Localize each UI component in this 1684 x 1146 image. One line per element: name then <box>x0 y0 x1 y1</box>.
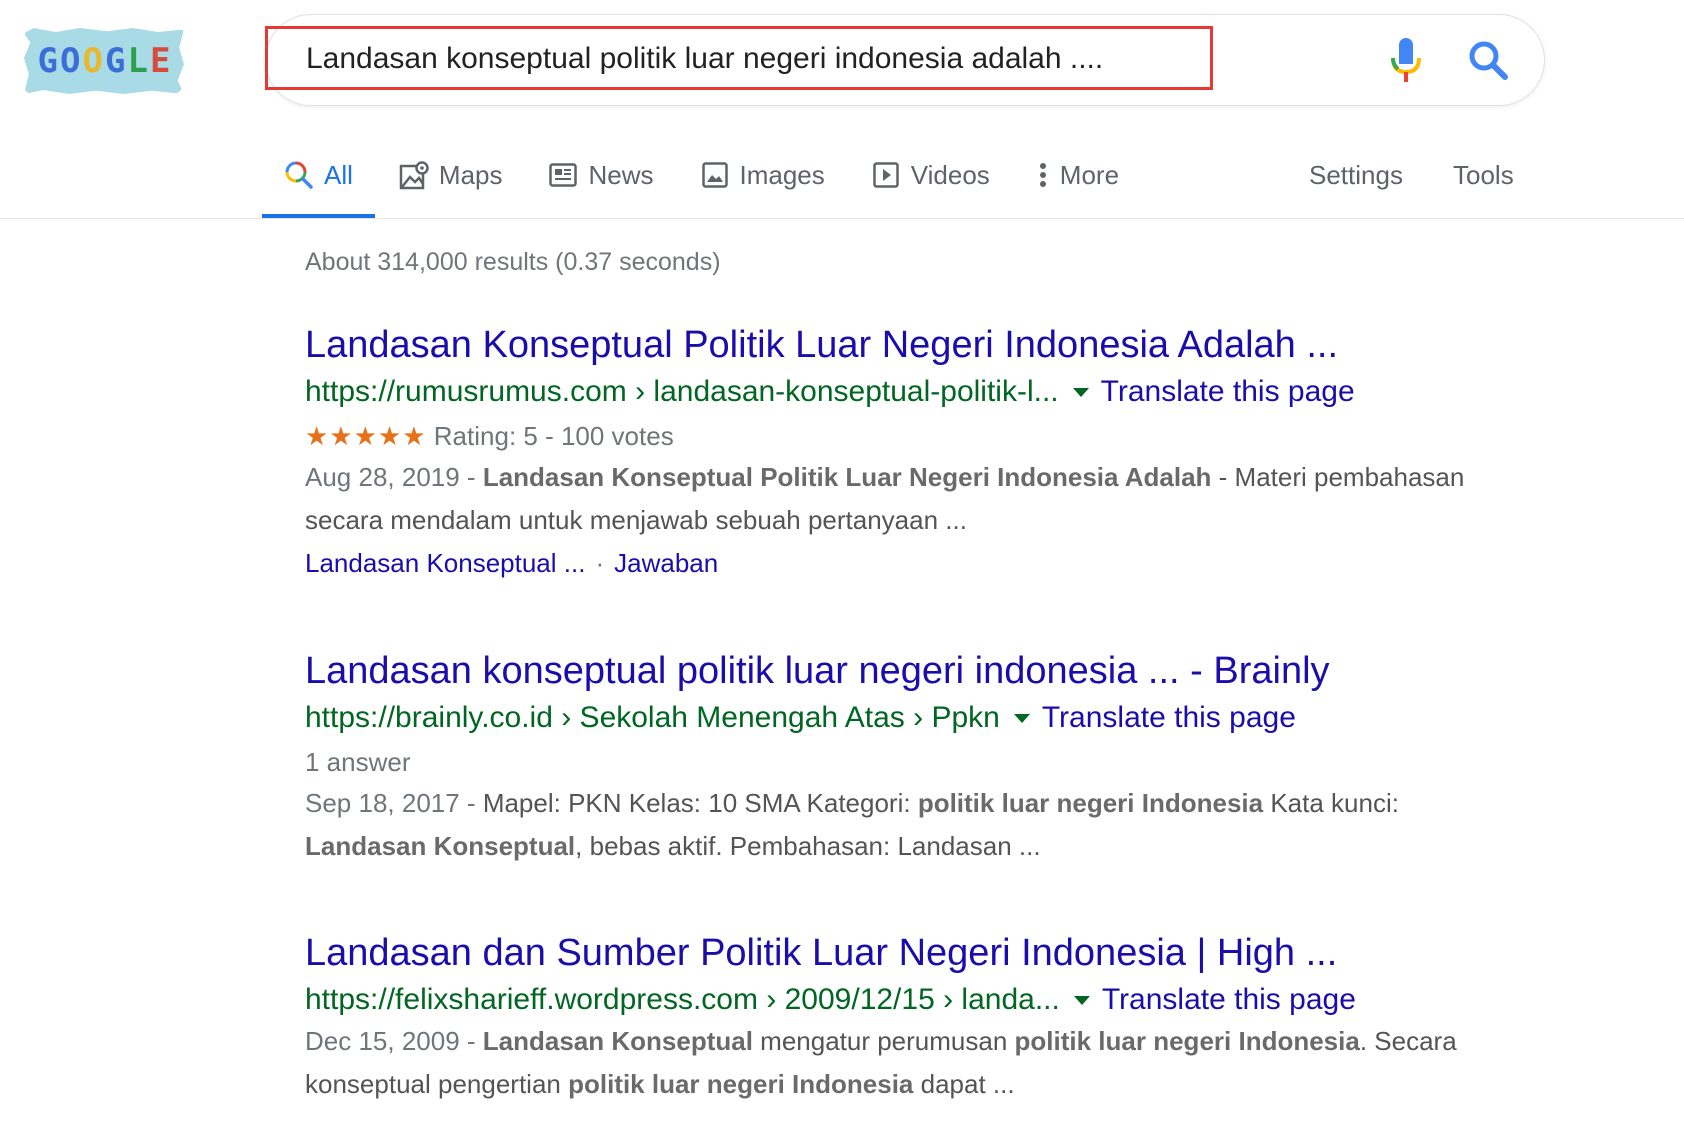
translate-link[interactable]: Translate this page <box>1042 698 1296 738</box>
caret-down-icon[interactable] <box>1072 387 1089 397</box>
sitelink-separator: · <box>595 548 605 578</box>
result-snippet: Dec 15, 2009 - Landasan Konseptual menga… <box>305 1020 1505 1106</box>
search-result: Landasan dan Sumber Politik Luar Negeri … <box>305 930 1505 1106</box>
snippet-text: dapat ... <box>913 1069 1015 1099</box>
result-snippet: Aug 28, 2019 - Landasan Konseptual Polit… <box>305 456 1505 542</box>
result-url: https://felixsharieff.wordpress.com › 20… <box>305 980 1505 1020</box>
mic-icon[interactable] <box>1390 38 1422 84</box>
search-tabs: All Maps News Images Videos More <box>262 150 1165 220</box>
tab-videos[interactable]: Videos <box>871 150 990 200</box>
result-date: Aug 28, 2019 - <box>305 462 483 492</box>
result-stats: About 314,000 results (0.37 seconds) <box>305 248 721 276</box>
result-url-text[interactable]: https://felixsharieff.wordpress.com › 20… <box>305 980 1060 1020</box>
snippet-bold: politik luar negeri Indonesia <box>1014 1026 1360 1056</box>
search-icon[interactable] <box>1468 40 1508 80</box>
logo-letter: G <box>37 41 59 81</box>
result-url-text[interactable]: https://rumusrumus.com › landasan-konsep… <box>305 372 1059 412</box>
result-url: https://brainly.co.id › Sekolah Menengah… <box>305 698 1505 738</box>
tab-label: Images <box>739 159 825 190</box>
snippet-bold: Landasan Konseptual <box>305 831 576 861</box>
logo-letter: G <box>105 41 126 81</box>
rating-stars: ★★★★★ <box>305 421 427 451</box>
result-title-link[interactable]: Landasan konseptual politik luar negeri … <box>305 648 1505 694</box>
play-icon <box>871 160 901 190</box>
tab-images[interactable]: Images <box>700 150 825 200</box>
caret-down-icon[interactable] <box>1013 713 1030 723</box>
logo-letter: L <box>127 41 148 81</box>
tab-maps[interactable]: Maps <box>399 150 503 200</box>
result-url: https://rumusrumus.com › landasan-konsep… <box>305 372 1505 412</box>
snippet-bold: politik luar negeri Indonesia <box>568 1069 914 1099</box>
tab-label: Videos <box>910 159 990 190</box>
snippet-bold: Landasan Konseptual Politik Luar Negeri … <box>482 462 1212 492</box>
doodle-logo[interactable]: G O O G L E <box>24 28 184 94</box>
result-url-text[interactable]: https://brainly.co.id › Sekolah Menengah… <box>305 698 1000 738</box>
result-date: Dec 15, 2009 - <box>305 1026 483 1056</box>
newspaper-icon <box>548 160 578 190</box>
tab-label: Maps <box>438 159 503 190</box>
logo-letter: O <box>82 41 103 81</box>
caret-down-icon[interactable] <box>1073 995 1090 1005</box>
tabs-divider <box>0 218 1684 219</box>
logo-letter: O <box>60 41 81 81</box>
snippet-bold: politik luar negeri Indonesia <box>917 788 1264 818</box>
snippet-text: , bebas aktif. Pembahasan: Landasan ... <box>575 831 1041 861</box>
snippet-text: Mapel: PKN Kelas: 10 SMA Kategori: <box>482 788 918 818</box>
result-date: Sep 18, 2017 - <box>305 788 483 818</box>
settings-link[interactable]: Settings <box>1309 150 1403 200</box>
sitelink[interactable]: Landasan Konseptual ... <box>305 548 585 578</box>
snippet-text: Kata kunci: <box>1263 788 1399 818</box>
tab-label: News <box>588 159 654 190</box>
image-icon <box>700 160 730 190</box>
tab-more[interactable]: More <box>1036 150 1119 200</box>
tab-label: More <box>1059 159 1120 190</box>
sitelink[interactable]: Jawaban <box>614 548 718 578</box>
result-sitelinks: Landasan Konseptual ... · Jawaban <box>305 542 1505 584</box>
snippet-text: mengatur perumusan <box>752 1026 1015 1056</box>
rating-text: Rating: 5 - 100 votes <box>433 421 674 451</box>
map-pin-icon <box>399 160 429 190</box>
tools-link[interactable]: Tools <box>1453 150 1514 200</box>
translate-link[interactable]: Translate this page <box>1101 372 1355 412</box>
tab-all[interactable]: All <box>262 150 375 219</box>
logo-letter: E <box>149 41 171 81</box>
result-snippet: Sep 18, 2017 - Mapel: PKN Kelas: 10 SMA … <box>305 782 1505 868</box>
translate-link[interactable]: Translate this page <box>1102 980 1356 1020</box>
tab-label: All <box>324 159 353 190</box>
search-result: Landasan Konseptual Politik Luar Negeri … <box>305 322 1505 584</box>
search-result: Landasan konseptual politik luar negeri … <box>305 648 1505 868</box>
search-input[interactable] <box>306 38 1186 80</box>
result-title-link[interactable]: Landasan dan Sumber Politik Luar Negeri … <box>305 930 1505 976</box>
result-rating: ★★★★★ Rating: 5 - 100 votes <box>305 416 1505 456</box>
snippet-bold: Landasan Konseptual <box>482 1026 753 1056</box>
tab-news[interactable]: News <box>548 150 654 200</box>
answer-count: 1 answer <box>305 747 411 777</box>
search-icon <box>284 160 314 190</box>
more-vertical-icon <box>1036 160 1050 190</box>
result-title-link[interactable]: Landasan Konseptual Politik Luar Negeri … <box>305 322 1505 368</box>
